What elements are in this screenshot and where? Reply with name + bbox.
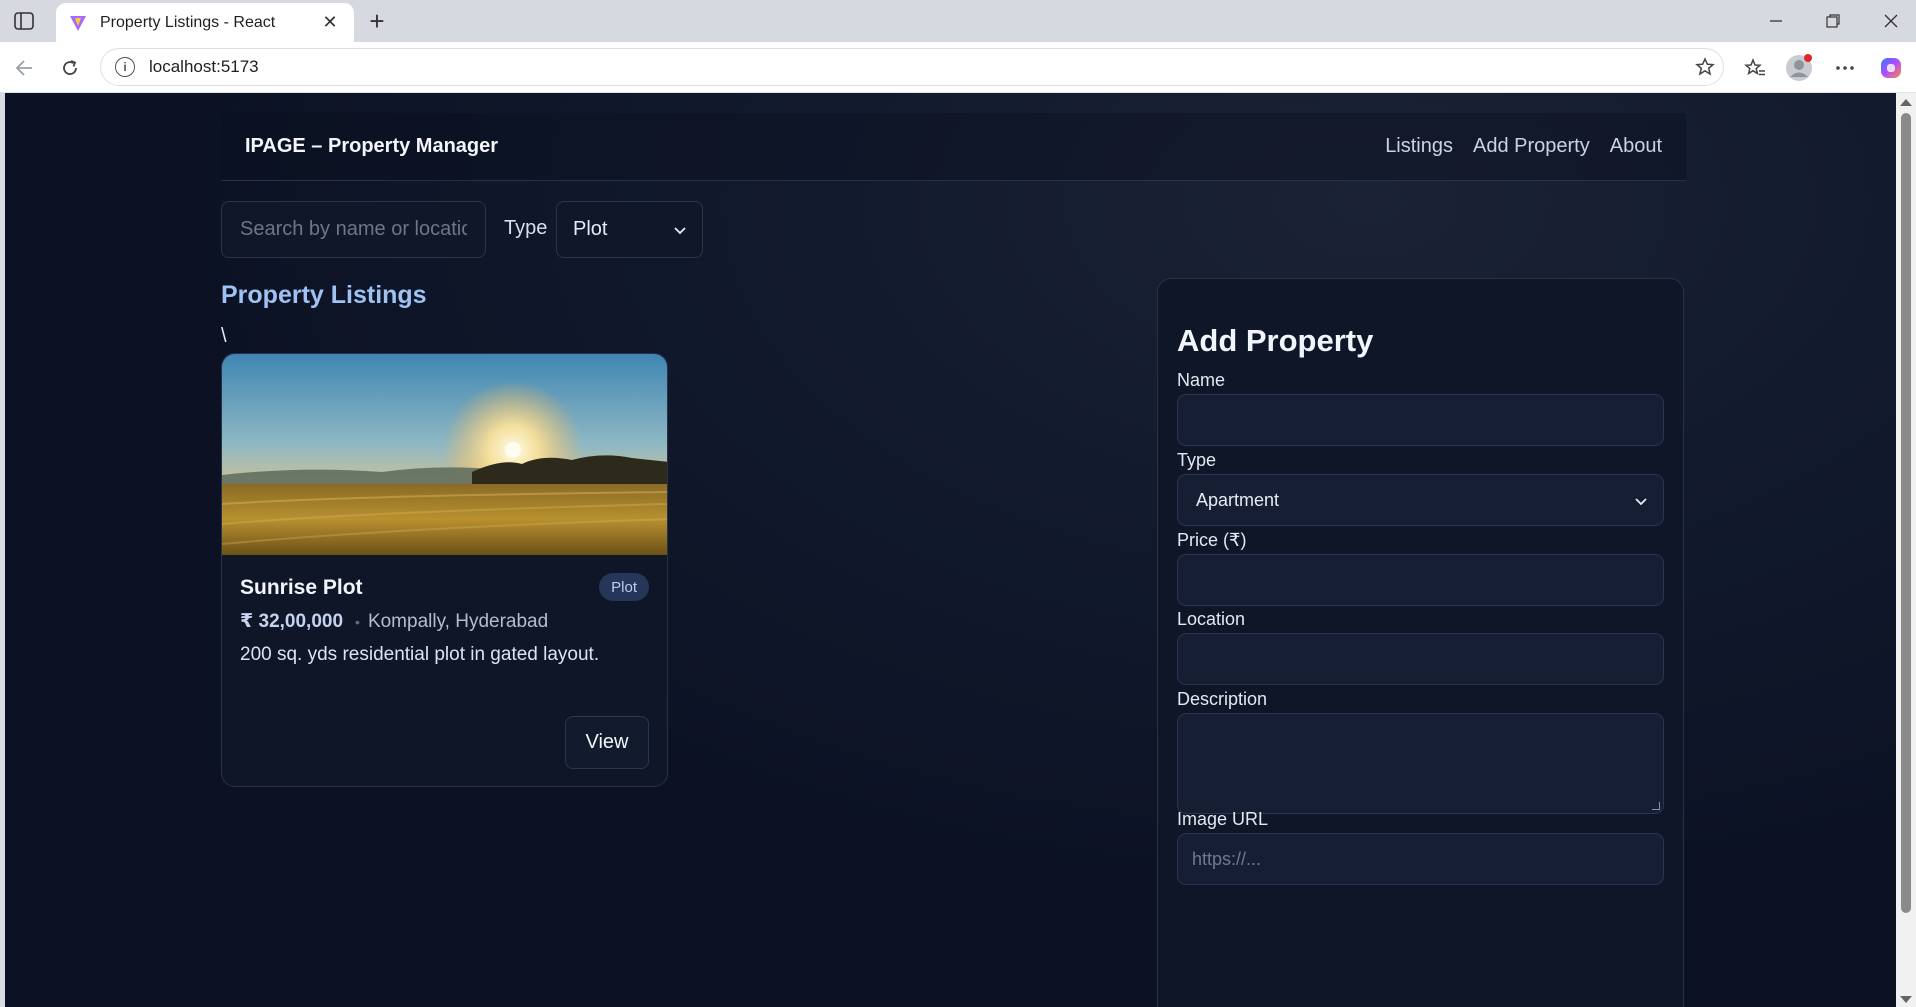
property-name: Sunrise Plot xyxy=(240,576,363,599)
property-card: Sunrise Plot Plot ₹ 32,00,000 • Kompally… xyxy=(221,353,668,787)
property-image xyxy=(222,354,667,555)
browser-tab-bar: Property Listings - React ✕ + xyxy=(0,0,1916,42)
location-label: Location xyxy=(1177,609,1246,629)
minimize-icon[interactable] xyxy=(1751,6,1801,36)
name-label: Name xyxy=(1177,370,1226,390)
restore-icon[interactable] xyxy=(1808,6,1858,36)
add-property-form: Add Property Name Type Apartment Price (… xyxy=(1157,278,1684,1007)
close-tab-icon[interactable]: ✕ xyxy=(318,11,342,35)
image-url-label: Image URL xyxy=(1177,809,1269,829)
description-textarea[interactable] xyxy=(1177,713,1664,814)
scroll-down-icon[interactable] xyxy=(1900,996,1912,1003)
location-field[interactable] xyxy=(1177,633,1664,685)
property-type-badge: Plot xyxy=(599,573,649,601)
more-options-icon[interactable] xyxy=(1829,52,1861,84)
type-filter-label: Type xyxy=(504,217,548,239)
sidebar-toggle-icon[interactable] xyxy=(12,10,36,32)
nav-links: Listings Add Property About xyxy=(1385,135,1662,158)
page-viewport: IPAGE – Property Manager Listings Add Pr… xyxy=(5,93,1896,1007)
chevron-down-icon xyxy=(674,218,686,241)
nav-link-about[interactable]: About xyxy=(1610,135,1662,158)
type-select[interactable]: Apartment xyxy=(1177,474,1664,526)
listings-title: Property Listings xyxy=(221,281,427,309)
page-scrollbar[interactable] xyxy=(1896,93,1916,1007)
url-text[interactable]: localhost:5173 xyxy=(149,57,1687,77)
type-select-value: Apartment xyxy=(1196,489,1280,510)
price-field[interactable] xyxy=(1177,554,1664,606)
close-window-icon[interactable] xyxy=(1866,6,1916,36)
type-label: Type xyxy=(1177,450,1217,470)
address-bar[interactable]: i localhost:5173 xyxy=(100,48,1724,86)
meta-separator: • xyxy=(355,613,360,630)
app-navbar: IPAGE – Property Manager Listings Add Pr… xyxy=(221,113,1686,181)
property-description: 200 sq. yds residential plot in gated la… xyxy=(240,644,600,665)
browser-toolbar: i localhost:5173 xyxy=(0,42,1916,93)
reload-icon[interactable] xyxy=(54,52,86,84)
property-price: ₹ 32,00,000 xyxy=(240,611,344,632)
copilot-icon[interactable] xyxy=(1875,52,1907,84)
description-label: Description xyxy=(1177,689,1268,709)
nav-link-listings[interactable]: Listings xyxy=(1385,135,1453,158)
back-icon[interactable] xyxy=(8,52,40,84)
property-location: Kompally, Hyderabad xyxy=(367,610,549,632)
favorite-star-icon[interactable] xyxy=(1687,49,1723,85)
resize-grip-icon[interactable] xyxy=(1652,802,1660,810)
type-filter-select[interactable]: Plot xyxy=(556,201,703,258)
search-input[interactable] xyxy=(221,201,486,258)
new-tab-icon[interactable]: + xyxy=(364,6,390,36)
browser-tab[interactable]: Property Listings - React ✕ xyxy=(56,3,354,42)
brand-title: IPAGE – Property Manager xyxy=(245,135,499,157)
price-label: Price (₹) xyxy=(1177,530,1247,550)
image-url-field[interactable]: https://... xyxy=(1177,833,1664,885)
nav-link-add-property[interactable]: Add Property xyxy=(1473,135,1590,158)
name-field[interactable] xyxy=(1177,394,1664,446)
stray-text: \ xyxy=(221,325,227,347)
property-meta: ₹ 32,00,000 • Kompally, Hyderabad xyxy=(240,610,548,633)
scroll-up-icon[interactable] xyxy=(1900,99,1912,106)
chevron-down-icon xyxy=(1635,490,1647,511)
form-title: Add Property xyxy=(1177,323,1374,358)
site-info-icon[interactable]: i xyxy=(115,57,135,77)
scrollbar-thumb[interactable] xyxy=(1901,113,1911,913)
tab-title: Property Listings - React xyxy=(100,13,276,31)
favorites-icon[interactable] xyxy=(1739,52,1771,84)
profile-avatar-icon[interactable] xyxy=(1783,52,1815,84)
view-button[interactable]: View xyxy=(565,716,649,769)
vite-favicon-icon xyxy=(68,13,88,33)
type-filter-value: Plot xyxy=(573,218,608,240)
